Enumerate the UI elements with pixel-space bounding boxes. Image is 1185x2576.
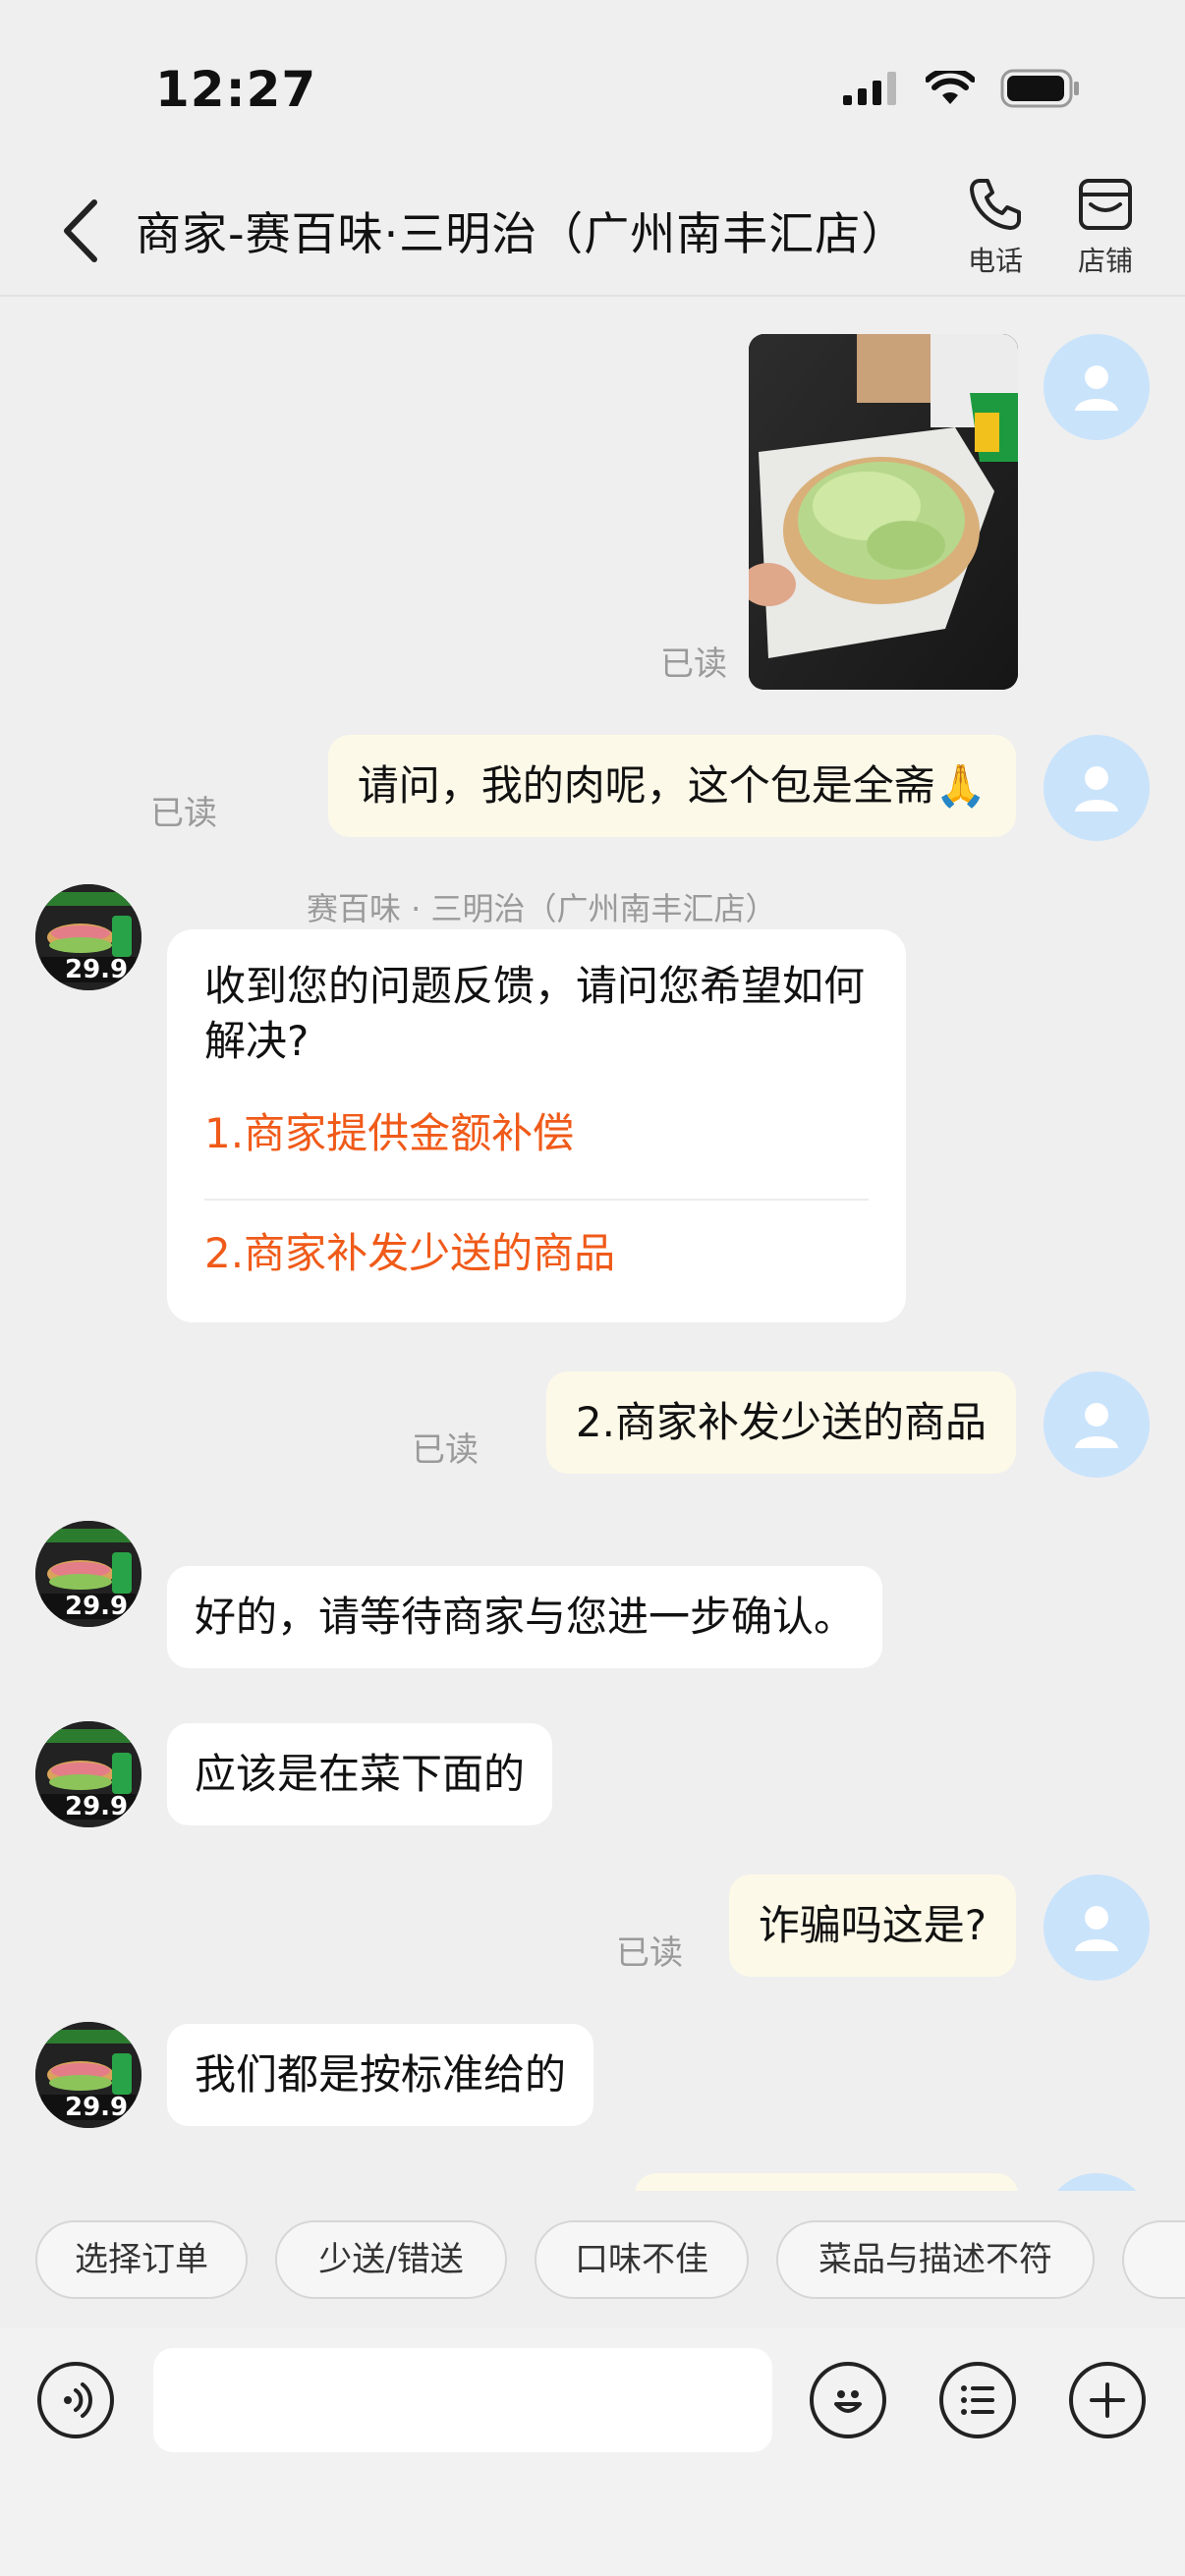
solution-card: 收到您的问题反馈，请问您希望如何解决? 1.商家提供金额补偿 2.商家补发少送的…: [167, 929, 906, 1322]
status-time: 12:27: [155, 61, 317, 118]
shop-avatar-price: 29.9: [65, 955, 129, 984]
option-resend[interactable]: 2.商家补发少送的商品: [204, 1220, 615, 1280]
call-button[interactable]: 电话: [951, 175, 1040, 279]
tag-select-order[interactable]: 选择订单: [35, 2220, 248, 2299]
tag-not-as-described[interactable]: 菜品与描述不符: [776, 2220, 1095, 2299]
shop-button[interactable]: 店铺: [1061, 175, 1150, 279]
shop-avatar-price: 29.9: [65, 1592, 129, 1621]
user-avatar[interactable]: [1044, 1372, 1150, 1478]
user-avatar[interactable]: [1044, 735, 1150, 841]
user-avatar[interactable]: [1044, 1875, 1150, 1981]
quick-reply-tags: 选择订单 少送/错送 口味不佳 菜品与描述不符: [0, 2191, 1185, 2328]
status-icons: [843, 69, 1081, 108]
phone-icon: [970, 179, 1021, 230]
tag-missing-wrong[interactable]: 少送/错送: [275, 2220, 507, 2299]
user-icon: [1075, 766, 1118, 812]
user-icon: [1075, 1403, 1118, 1448]
more-options-button[interactable]: [939, 2362, 1016, 2438]
sender-name: 赛百味 · 三明治（广州南丰汇店）: [307, 890, 777, 927]
message-bubble-incoming[interactable]: 应该是在菜下面的: [167, 1723, 553, 1825]
add-icon: [1090, 2382, 1125, 2418]
read-status: 已读: [660, 644, 727, 684]
message-bubble-outgoing[interactable]: 请问，我的肉呢，这个包是全斋🙏: [327, 735, 1016, 837]
back-icon[interactable]: [57, 196, 106, 265]
emoji-icon: [834, 2390, 862, 2413]
message-bubble-outgoing[interactable]: 诈骗吗这是?: [728, 1875, 1016, 1977]
read-status: 已读: [412, 1430, 479, 1470]
message-bubble-incoming[interactable]: 好的，请等待商家与您进一步确认。: [167, 1566, 883, 1668]
message-input[interactable]: [153, 2348, 772, 2452]
chat-title: 商家-赛百味·三明治（广州南丰汇店）: [136, 207, 908, 260]
shop-avatar[interactable]: 29.9: [35, 1521, 141, 1627]
shop-icon: [1079, 179, 1132, 230]
signal-icon: [843, 72, 896, 105]
voice-button[interactable]: [37, 2362, 114, 2438]
voice-icon: [64, 2382, 92, 2418]
call-label: 电话: [967, 245, 1023, 277]
shop-avatar-price: 29.9: [65, 2093, 129, 2122]
message-photo[interactable]: [749, 334, 1018, 690]
add-button[interactable]: [1069, 2362, 1146, 2438]
card-question: 收到您的问题反馈，请问您希望如何解决?: [204, 962, 866, 1065]
message-bubble-incoming[interactable]: 我们都是按标准给的: [167, 2024, 594, 2126]
message-bubble-outgoing[interactable]: 2.商家补发少送的商品: [545, 1372, 1016, 1474]
read-status: 已读: [616, 1933, 683, 1973]
message-bubble-partial: [635, 2173, 1018, 2191]
shop-avatar[interactable]: 29.9: [35, 2022, 141, 2128]
user-icon: [1075, 365, 1118, 411]
chat-message-list[interactable]: 已读 已读 请问，我的肉呢，这个包是全斋🙏 29.9 赛百味 · 三明治（广州南…: [0, 299, 1185, 2191]
user-icon: [1075, 1906, 1118, 1951]
emoji-button[interactable]: [810, 2362, 886, 2438]
shop-avatar[interactable]: 29.9: [35, 884, 141, 990]
shop-avatar-price: 29.9: [65, 1792, 129, 1821]
user-avatar[interactable]: [1044, 334, 1150, 440]
card-divider: [204, 1199, 869, 1201]
shop-label: 店铺: [1077, 245, 1133, 277]
sandwich-photo: [749, 334, 1018, 690]
more-options-icon: [961, 2385, 994, 2415]
shop-avatar[interactable]: 29.9: [35, 1721, 141, 1827]
tag-bad-taste[interactable]: 口味不佳: [535, 2220, 749, 2299]
option-compensation[interactable]: 1.商家提供金额补偿: [204, 1100, 574, 1160]
read-status: 已读: [150, 794, 217, 833]
wifi-icon: [926, 71, 975, 104]
battery-icon: [1000, 69, 1079, 108]
user-avatar-partial: [1044, 2173, 1150, 2191]
tag-more-partial[interactable]: [1122, 2220, 1185, 2299]
